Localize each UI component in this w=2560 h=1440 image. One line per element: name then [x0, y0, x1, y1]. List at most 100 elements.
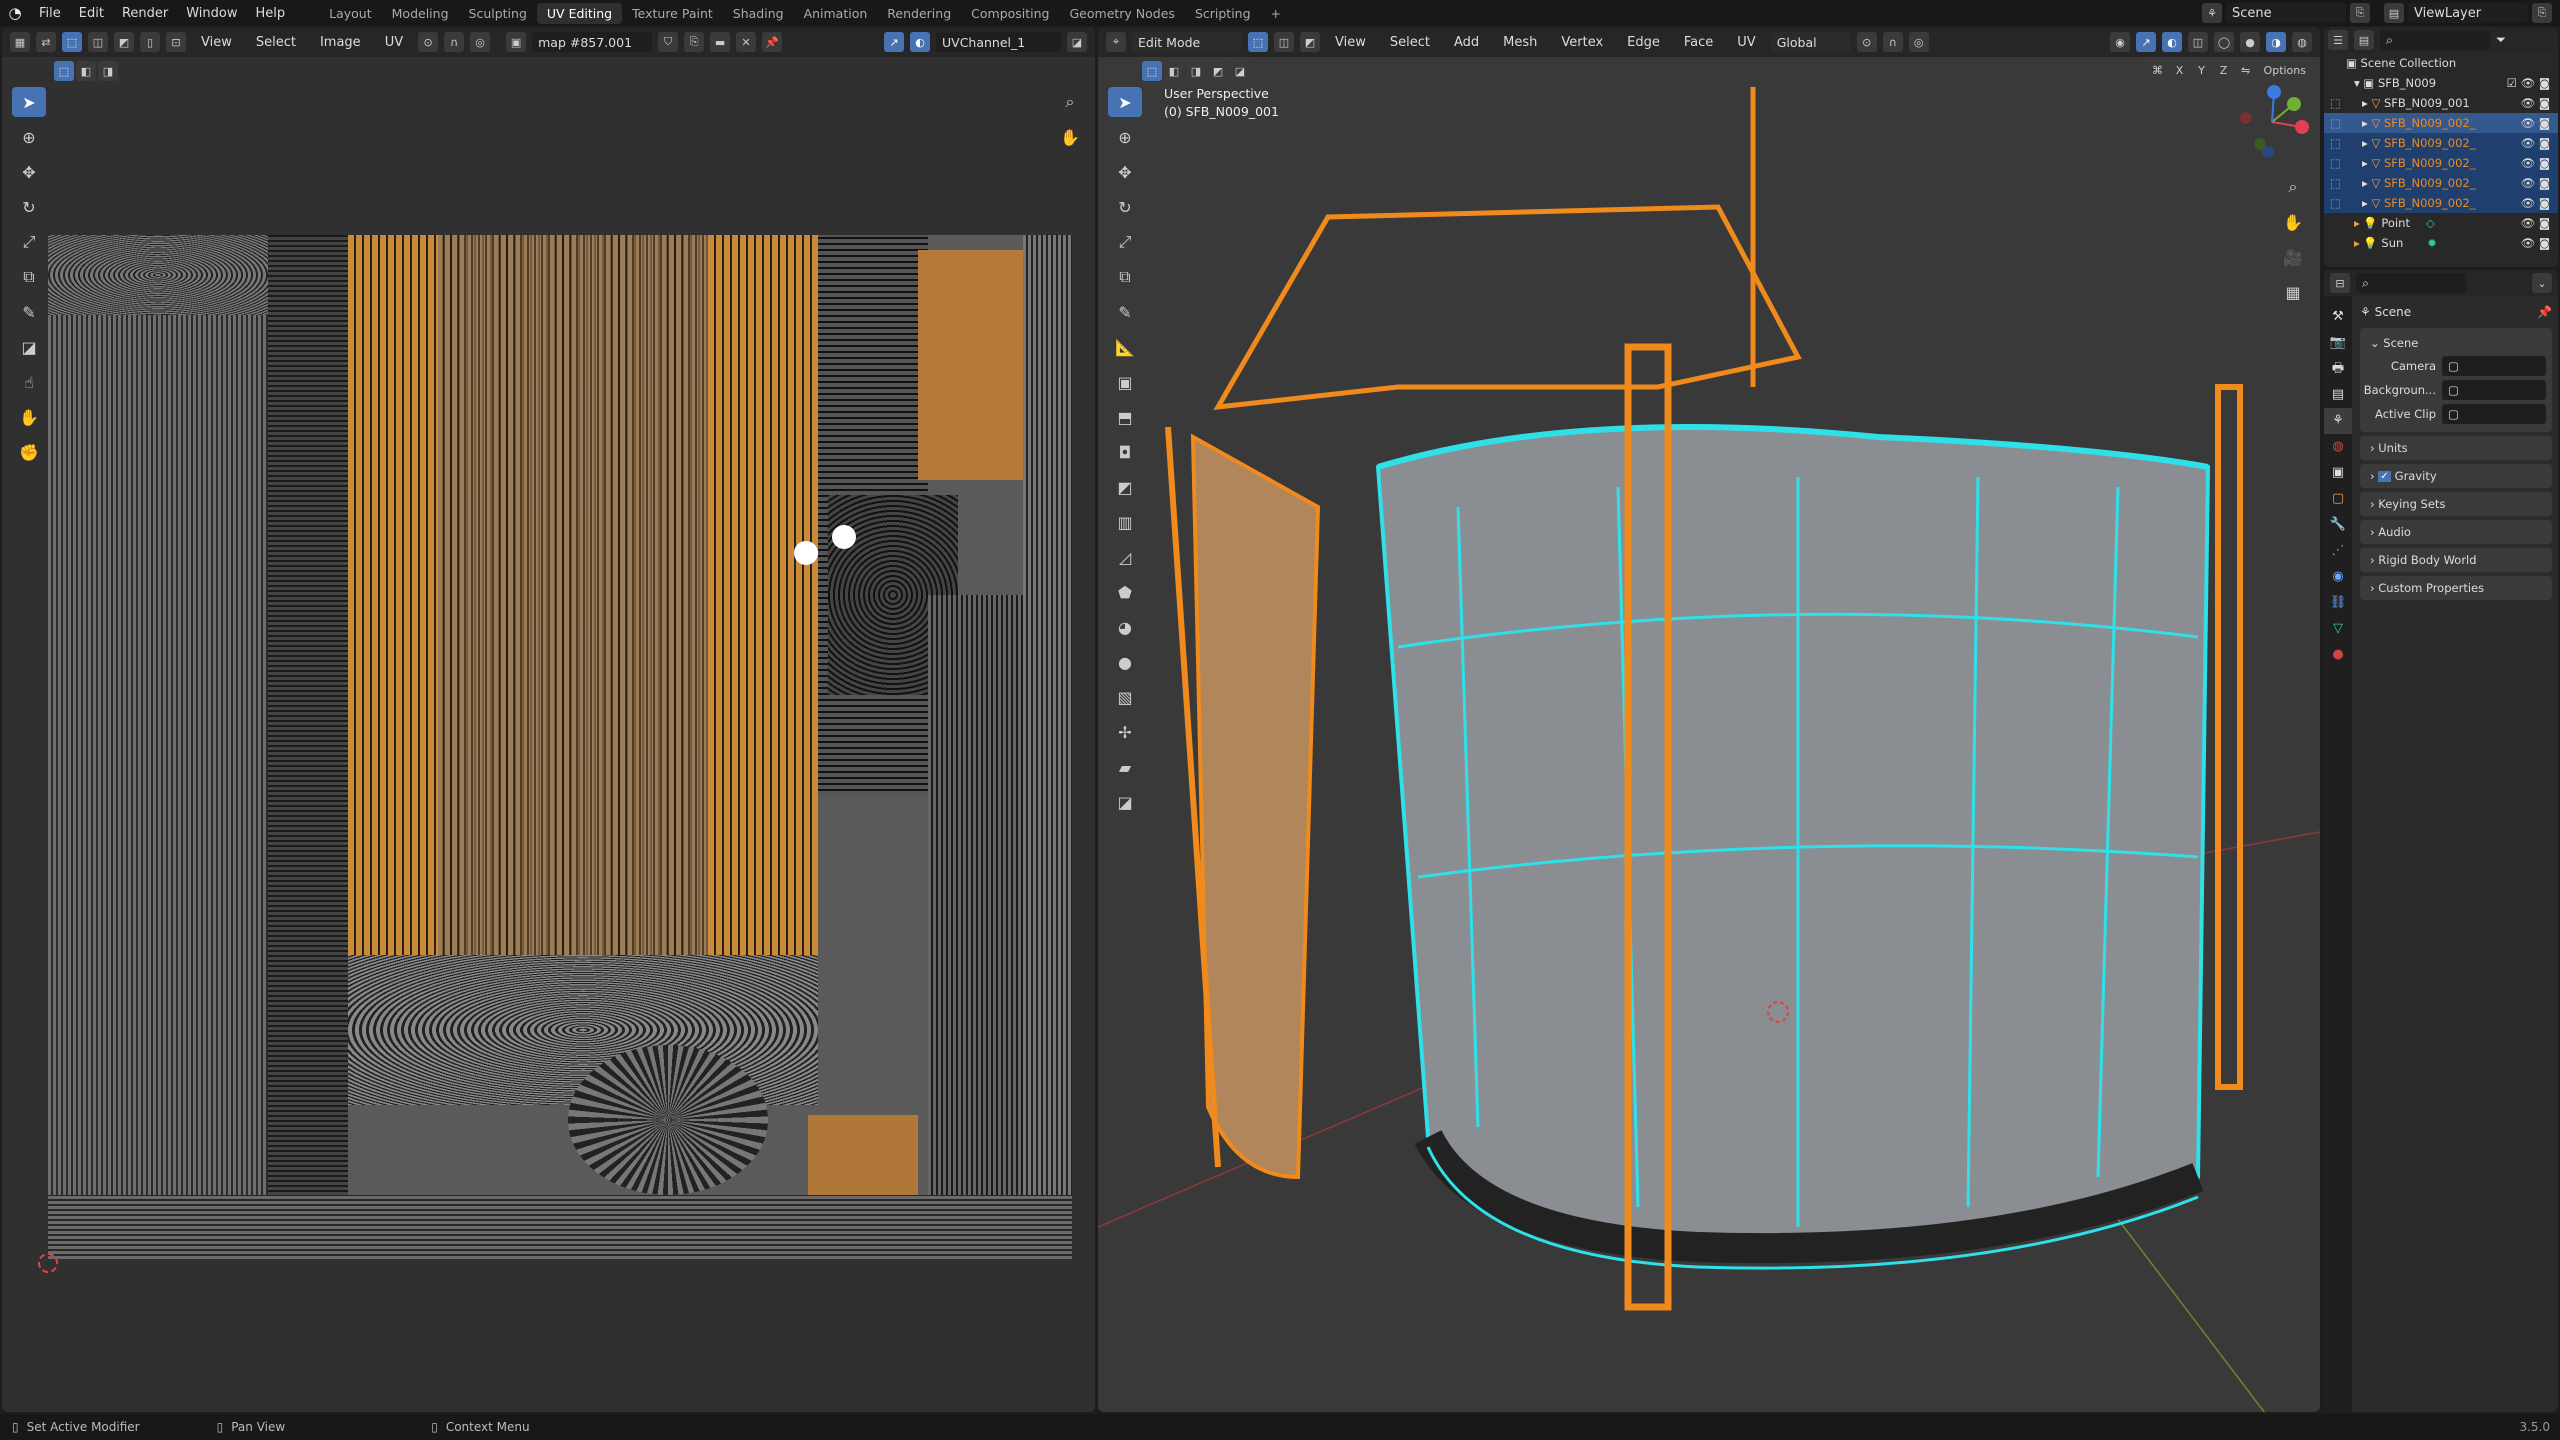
panel-custom-properties[interactable]: › Custom Properties	[2360, 576, 2552, 600]
menu-help[interactable]: Help	[247, 6, 295, 21]
new-scene-button[interactable]: ⎘	[2350, 3, 2370, 23]
scene-collection-row[interactable]: ▣ Scene Collection	[2324, 53, 2558, 73]
collection-row[interactable]: ▾ ▣ SFB_N009 ☑ 👁 ◙	[2324, 73, 2558, 93]
pivot-icon[interactable]: ⊙	[418, 32, 439, 52]
scale-tool-icon[interactable]: ⤢	[12, 227, 46, 257]
expand-icon[interactable]: ▸	[2362, 96, 2371, 110]
panel-rigid-body-world[interactable]: › Rigid Body World	[2360, 548, 2552, 572]
edit-mode-icon[interactable]: ⬚	[2330, 96, 2362, 110]
tool-tab-icon[interactable]: ⚒	[2324, 304, 2352, 330]
tab-geometry-nodes[interactable]: Geometry Nodes	[1060, 3, 1185, 24]
editor-type-icon[interactable]: ▦	[10, 32, 30, 52]
menu-edit[interactable]: Edit	[70, 6, 113, 21]
panel-gravity[interactable]: › ✓ Gravity	[2360, 464, 2552, 488]
outliner-row-object[interactable]: ⬚ ▸ ▽ SFB_N009_001 👁 ◙	[2324, 93, 2558, 113]
panel-keying-sets[interactable]: › Keying Sets	[2360, 492, 2552, 516]
object-visibility-icons[interactable]: 👁 ◙	[2521, 96, 2550, 110]
gizmo-icon[interactable]: ↗	[884, 32, 904, 52]
tank-model[interactable]	[1098, 27, 2320, 1412]
view-layer-icon[interactable]: ▤	[2384, 3, 2404, 23]
outliner-row-object[interactable]: ⬚ ▸ ▽ SFB_N009_002_ 👁 ◙	[2324, 133, 2558, 153]
expand-icon[interactable]: ▸	[2362, 196, 2371, 210]
2d-cursor-icon[interactable]	[38, 1253, 58, 1273]
move-tool-icon[interactable]: ✥	[12, 157, 46, 187]
sticky-select-icon[interactable]: ⊡	[166, 32, 186, 52]
uv-menu-view[interactable]: View	[192, 35, 241, 50]
select-new-icon[interactable]: ⬚	[54, 61, 74, 81]
tab-sculpting[interactable]: Sculpting	[459, 3, 537, 24]
scene-selector[interactable]: Scene	[2226, 3, 2346, 23]
panel-units[interactable]: › Units	[2360, 436, 2552, 460]
annotate-tool-icon[interactable]: ✎	[12, 297, 46, 327]
tab-modeling[interactable]: Modeling	[382, 3, 459, 24]
outliner-search-icon[interactable]: ⌕	[2380, 30, 2490, 50]
properties-search-icon[interactable]: ⌕	[2356, 273, 2466, 293]
vertex-select-icon[interactable]: ⬚	[62, 32, 82, 52]
expand-icon[interactable]: ▸	[2362, 116, 2371, 130]
data-tab-icon[interactable]: ▽	[2324, 616, 2352, 642]
object-visibility-icons[interactable]: 👁 ◙	[2521, 196, 2550, 210]
world-tab-icon[interactable]: ◍	[2324, 434, 2352, 460]
scene-icon[interactable]: ⚘	[2202, 3, 2222, 23]
sync-selection-icon[interactable]: ⇄	[36, 32, 56, 52]
pinch-tool-icon[interactable]: ✊	[12, 437, 46, 467]
add-workspace-button[interactable]: +	[1261, 3, 1291, 24]
edit-mode-icon[interactable]: ⬚	[2330, 196, 2362, 210]
tab-compositing[interactable]: Compositing	[961, 3, 1059, 24]
pan-hand-icon[interactable]: ✋	[1053, 122, 1087, 152]
select-subtract-icon[interactable]: ◨	[98, 61, 118, 81]
constraints-tab-icon[interactable]: ⛓	[2324, 590, 2352, 616]
relax-tool-icon[interactable]: ✋	[12, 402, 46, 432]
scene-tab-icon[interactable]: ⚘	[2324, 408, 2352, 434]
view-layer-selector[interactable]: ViewLayer	[2408, 3, 2528, 23]
fake-user-icon[interactable]: ⛉	[658, 32, 679, 52]
tab-scripting[interactable]: Scripting	[1185, 3, 1261, 24]
edit-mode-icon[interactable]: ⬚	[2330, 156, 2362, 170]
display-mode-icon[interactable]: ▤	[2354, 30, 2374, 50]
uv-menu-select[interactable]: Select	[247, 35, 305, 50]
outliner-row-object[interactable]: ⬚ ▸ ▽ SFB_N009_002_ 👁 ◙	[2324, 153, 2558, 173]
edit-mode-icon[interactable]: ⬚	[2330, 136, 2362, 150]
outliner-row-object[interactable]: ⬚ ▸ ▽ SFB_N009_002_ 👁 ◙	[2324, 173, 2558, 193]
collection-visibility-icons[interactable]: ☑ 👁 ◙	[2507, 76, 2550, 90]
select-extend-icon[interactable]: ◧	[76, 61, 96, 81]
tab-animation[interactable]: Animation	[794, 3, 878, 24]
object-visibility-icons[interactable]: 👁 ◙	[2521, 116, 2550, 130]
output-tab-icon[interactable]: 🖶	[2324, 356, 2352, 382]
object-visibility-icons[interactable]: 👁 ◙	[2521, 156, 2550, 170]
view-layer-tab-icon[interactable]: ▤	[2324, 382, 2352, 408]
menu-render[interactable]: Render	[113, 6, 177, 21]
particles-tab-icon[interactable]: ⋰	[2324, 538, 2352, 564]
pin-context-icon[interactable]: 📌	[2537, 305, 2552, 319]
object-tab-icon[interactable]: ▢	[2324, 486, 2352, 512]
unlink-image-icon[interactable]: ✕	[736, 32, 757, 52]
menu-window[interactable]: Window	[177, 6, 246, 21]
collection-tab-icon[interactable]: ▣	[2324, 460, 2352, 486]
proportional-icon[interactable]: ◎	[470, 32, 491, 52]
object-visibility-icons[interactable]: 👁 ◙	[2521, 176, 2550, 190]
panel-audio[interactable]: › Audio	[2360, 520, 2552, 544]
image-browse-icon[interactable]: ▣	[506, 32, 527, 52]
physics-tab-icon[interactable]: ◉	[2324, 564, 2352, 590]
grab-tool-icon[interactable]: ☝	[12, 367, 46, 397]
rotate-tool-icon[interactable]: ↻	[12, 192, 46, 222]
overlay-icon[interactable]: ◐	[910, 32, 930, 52]
render-tab-icon[interactable]: 📷	[2324, 330, 2352, 356]
tab-uv-editing[interactable]: UV Editing	[536, 2, 623, 24]
tab-rendering[interactable]: Rendering	[877, 3, 961, 24]
blender-logo-icon[interactable]: ◔	[0, 4, 30, 22]
field-value[interactable]: ▢	[2442, 404, 2546, 424]
uv-map-field[interactable]: UVChannel_1	[936, 32, 1061, 52]
outliner-row-object[interactable]: ⬚ ▸ ▽ SFB_N009_002_ 👁 ◙	[2324, 113, 2558, 133]
gravity-checkbox[interactable]: ✓	[2378, 470, 2391, 482]
select-box-tool-icon[interactable]: ➤	[12, 87, 46, 117]
new-view-layer-button[interactable]: ⎘	[2532, 3, 2552, 23]
outliner-row-sun[interactable]: ▸ 💡 Sun ✹ 👁 ◙	[2324, 233, 2558, 253]
menu-file[interactable]: File	[30, 6, 70, 21]
snap-icon[interactable]: ∩	[444, 32, 465, 52]
modifier-tab-icon[interactable]: 🔧	[2324, 512, 2352, 538]
expand-icon[interactable]: ▸	[2362, 156, 2371, 170]
tab-layout[interactable]: Layout	[319, 3, 382, 24]
field-value[interactable]: ▢	[2442, 356, 2546, 376]
cursor-tool-icon[interactable]: ⊕	[12, 122, 46, 152]
